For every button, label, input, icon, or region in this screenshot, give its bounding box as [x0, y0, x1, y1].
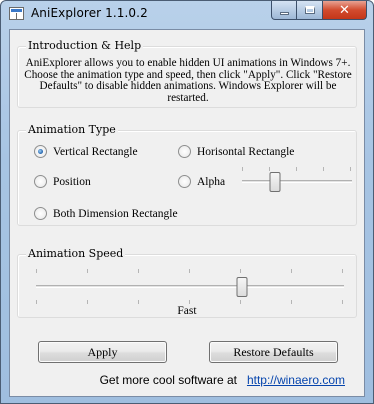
tick: [323, 167, 324, 171]
close-button[interactable]: ✕: [323, 1, 367, 20]
speed-slider-thumb[interactable]: [236, 277, 248, 297]
minimize-icon: [279, 12, 289, 15]
app-window: AniExplorer 1.1.0.2 ✕ Introduction & Hel…: [0, 0, 374, 404]
tick: [240, 269, 241, 273]
apply-button[interactable]: Apply: [38, 341, 167, 363]
radio-button[interactable]: [34, 207, 47, 220]
speed-value-label: Fast: [177, 305, 197, 317]
radio-label: Both Dimension Rectangle: [53, 207, 178, 220]
tick: [87, 269, 88, 273]
tick: [342, 300, 343, 304]
tick: [350, 167, 351, 171]
intro-text: AniExplorer allows you to enable hidden …: [24, 57, 352, 104]
radio-label: Horisontal Rectangle: [197, 145, 295, 158]
radio-vertical-rectangle[interactable]: Vertical Rectangle: [34, 145, 138, 158]
alpha-slider-track: [242, 180, 352, 183]
animation-speed-group: Animation Speed Fast: [17, 247, 357, 318]
radio-button[interactable]: [178, 175, 191, 188]
animation-type-group: Animation Type Vertical Rectangle Horiso…: [17, 123, 357, 226]
window-title: AniExplorer 1.1.0.2: [31, 6, 148, 20]
website-link[interactable]: http://winaero.com: [247, 373, 345, 389]
tick: [342, 269, 343, 273]
radio-both-dimension-rectangle[interactable]: Both Dimension Rectangle: [34, 207, 178, 220]
footer: Get more cool software at http://winaero…: [10, 373, 364, 389]
radio-label: Alpha: [197, 175, 226, 188]
tick: [291, 300, 292, 304]
radio-button[interactable]: [178, 145, 191, 158]
tick: [36, 300, 37, 304]
app-window-icon[interactable]: [9, 7, 24, 20]
animation-speed-heading: Animation Speed: [26, 247, 126, 260]
radio-label: Position: [53, 175, 91, 188]
intro-heading: Introduction & Help: [26, 39, 144, 52]
tick: [138, 269, 139, 273]
maximize-button[interactable]: [297, 1, 323, 20]
caption-buttons: ✕: [271, 1, 367, 20]
maximize-icon: [304, 6, 315, 14]
tick: [36, 269, 37, 273]
radio-alpha[interactable]: Alpha: [178, 175, 225, 188]
footer-text: Get more cool software at: [99, 373, 237, 387]
tick: [291, 269, 292, 273]
tick: [240, 300, 241, 304]
intro-group: Introduction & Help AniExplorer allows y…: [17, 39, 357, 108]
alpha-slider-ticks: [242, 167, 352, 171]
alpha-slider[interactable]: [242, 167, 352, 192]
tick: [269, 167, 270, 171]
tick: [138, 300, 139, 304]
close-icon: ✕: [339, 2, 350, 18]
speed-slider-ticks-bottom: [36, 300, 344, 304]
radio-button-checked[interactable]: [34, 145, 47, 158]
title-bar[interactable]: AniExplorer 1.1.0.2 ✕: [1, 1, 373, 27]
tick: [87, 300, 88, 304]
speed-slider-track: [36, 285, 344, 288]
tick: [296, 167, 297, 171]
client-area: Introduction & Help AniExplorer allows y…: [9, 29, 365, 397]
animation-type-heading: Animation Type: [26, 123, 118, 136]
tick: [189, 269, 190, 273]
alpha-slider-thumb[interactable]: [269, 172, 281, 192]
restore-defaults-button[interactable]: Restore Defaults: [209, 341, 338, 363]
tick: [242, 167, 243, 171]
speed-slider-ticks-top: [36, 269, 344, 273]
radio-horisontal-rectangle[interactable]: Horisontal Rectangle: [178, 145, 294, 158]
radio-button[interactable]: [34, 175, 47, 188]
speed-slider[interactable]: [36, 269, 344, 304]
radio-position[interactable]: Position: [34, 175, 91, 188]
minimize-button[interactable]: [271, 1, 297, 20]
tick: [189, 300, 190, 304]
radio-label: Vertical Rectangle: [53, 145, 138, 158]
